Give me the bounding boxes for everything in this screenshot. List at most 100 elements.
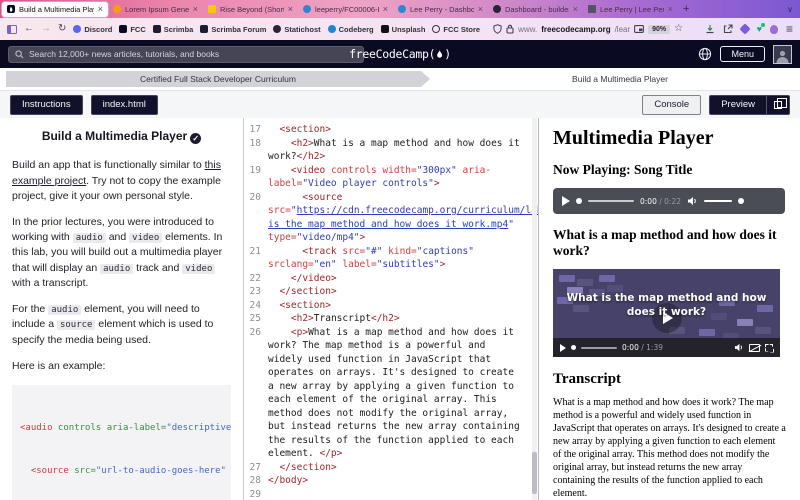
bookmark-codeberg[interactable]: Codeberg <box>328 25 374 34</box>
lab-title-text: Build a Multimedia Player <box>42 129 187 143</box>
editor-line[interactable]: 19 <video controls width="300px" aria-la… <box>244 164 538 191</box>
back-icon[interactable] <box>24 24 34 34</box>
tab-build-multimedia-player[interactable]: Build a Multimedia Player: <box>2 2 108 17</box>
line-number: 19 <box>244 164 268 191</box>
editor-line[interactable]: 17 <section> <box>244 123 538 137</box>
file-tab-index-html[interactable]: index.html <box>91 95 158 115</box>
toolbar-right-icons <box>705 24 793 34</box>
close-tab-icon[interactable] <box>383 5 388 14</box>
reload-icon[interactable] <box>58 24 66 34</box>
globe-icon[interactable] <box>698 47 712 61</box>
video-controls[interactable]: 0:00 / 1:39 <box>553 338 780 357</box>
inline-link[interactable]: https://cdn.freecodecamp.org/curriculum/… <box>268 205 539 230</box>
editor-line[interactable]: 18 <h2>What is a map method and how does… <box>244 137 538 164</box>
address-bar[interactable]: www.freecodecamp.org/lear 90% <box>493 24 683 34</box>
line-number: 27 <box>244 461 268 475</box>
editor-line[interactable]: 24 <section> <box>244 299 538 313</box>
tab-lee-perry-site[interactable]: Lee Perry | Lee Perry <box>583 2 678 17</box>
bookmark-statichost[interactable]: Statichost <box>273 25 320 34</box>
sidebar-toggle-icon[interactable] <box>7 25 17 34</box>
preview-button[interactable]: Preview <box>710 96 766 114</box>
statichost-icon <box>273 25 281 33</box>
extension-bell-icon[interactable] <box>770 25 778 34</box>
close-tab-icon[interactable] <box>478 5 483 14</box>
editor-line[interactable]: 29 <box>244 488 538 500</box>
tab-lorem-ipsum[interactable]: Lorem Ipsum Generator <box>108 2 203 17</box>
bookmark-discord[interactable]: Discord <box>73 25 112 34</box>
tab-title: Lee Perry - Dashboard - C <box>410 5 474 14</box>
search-input[interactable]: Search 12,000+ news articles, tutorials,… <box>8 46 364 63</box>
line-content: </section> <box>268 461 538 475</box>
breadcrumb-lab[interactable]: Build a Multimedia Player <box>520 74 720 84</box>
zoom-level-badge[interactable]: 90% <box>648 25 670 34</box>
editor-line[interactable]: 23 </section> <box>244 285 538 299</box>
bookmark-star-icon[interactable] <box>674 24 683 34</box>
text-token: "en" <box>314 259 337 270</box>
bookmark-unsplash[interactable]: Unsplash <box>381 25 426 34</box>
extension-v-icon[interactable] <box>757 24 762 34</box>
volume-track[interactable] <box>704 200 732 202</box>
volume-icon[interactable] <box>687 196 698 206</box>
editor-line[interactable]: 27 </section> <box>244 461 538 475</box>
hamburger-menu-icon[interactable] <box>786 24 793 34</box>
editor-line[interactable]: 26 <p>What is a map method and how does … <box>244 326 538 461</box>
close-tab-icon[interactable] <box>573 5 578 14</box>
seek-track[interactable] <box>581 347 617 349</box>
instructions-button[interactable]: Instructions <box>10 95 83 115</box>
tab-rise-beyond[interactable]: Rise Beyond (Short 2022) <box>203 2 298 17</box>
play-icon[interactable] <box>562 196 570 206</box>
audio-player[interactable]: 0:00 / 0:22 <box>553 188 785 214</box>
forward-icon[interactable] <box>41 24 51 34</box>
fullscreen-icon[interactable] <box>765 344 773 352</box>
console-button[interactable]: Console <box>642 95 701 115</box>
editor-line[interactable]: 21 <track src="#" kind="captions" srclan… <box>244 245 538 272</box>
shield-icon <box>493 24 502 34</box>
text-token: <h2> <box>268 313 314 324</box>
tab-dashboard-builder[interactable]: Dashboard - builder.static <box>488 2 583 17</box>
tab-lee-perry-dashboard[interactable]: Lee Perry - Dashboard - C <box>393 2 488 17</box>
extension-diamond-icon[interactable] <box>739 23 750 34</box>
close-tab-icon[interactable] <box>288 5 293 14</box>
code-editor[interactable]: 17 <section> 18 <h2>What is a map method… <box>244 118 539 500</box>
bookmark-fcc[interactable]: FCC <box>119 25 145 34</box>
editor-line[interactable]: 20 <source src="https://cdn.freecodecamp… <box>244 191 538 245</box>
close-tab-icon[interactable] <box>668 5 673 14</box>
download-icon[interactable] <box>705 24 715 34</box>
reader-mode-icon[interactable] <box>634 25 644 33</box>
line-content: </body> <box>268 474 538 488</box>
list-all-tabs-icon[interactable] <box>782 5 798 14</box>
open-in-app-icon[interactable] <box>723 24 733 34</box>
captions-disabled-icon[interactable] <box>749 344 760 352</box>
bookmark-label: Codeberg <box>339 25 374 34</box>
new-tab-button[interactable] <box>678 3 694 15</box>
breadcrumb-curriculum[interactable]: Certified Full Stack Developer Curriculu… <box>6 71 430 87</box>
avatar[interactable] <box>773 45 792 64</box>
bookmark-scrimba-forum[interactable]: Scrimba Forum <box>200 25 266 34</box>
discord-icon <box>73 25 81 33</box>
bookmark-fcc-store[interactable]: FCC Store <box>432 25 480 34</box>
seek-track[interactable] <box>588 200 634 202</box>
editor-line[interactable]: 22 </video> <box>244 272 538 286</box>
passed-check-icon <box>190 133 201 144</box>
volume-icon[interactable] <box>734 343 744 352</box>
pop-out-preview-button[interactable] <box>766 96 789 114</box>
play-icon[interactable] <box>560 344 566 352</box>
fcc-header: Search 12,000+ news articles, tutorials,… <box>0 40 800 68</box>
tab-leeperry-repo[interactable]: leeperry/FC00006-Build- <box>298 2 393 17</box>
bookmark-scrimba[interactable]: Scrimba <box>153 25 194 34</box>
scrollbar-thumb[interactable] <box>532 452 537 494</box>
editor-scrollbar[interactable] <box>532 118 537 500</box>
seek-handle[interactable] <box>576 198 582 204</box>
editor-line[interactable]: 25 <h2>Transcript</h2> <box>244 312 538 326</box>
video-player[interactable]: What is the map method and how does it w… <box>553 269 780 357</box>
editor-line[interactable]: 28</body> <box>244 474 538 488</box>
browser-window: Build a Multimedia Player: Lorem Ipsum G… <box>0 0 800 500</box>
close-tab-icon[interactable] <box>98 5 103 14</box>
volume-handle[interactable] <box>738 198 744 204</box>
text-token: "url-to-audio-goes-here" <box>96 466 226 476</box>
menu-button[interactable]: Menu <box>720 46 765 62</box>
text-token: and <box>106 231 129 243</box>
close-tab-icon[interactable] <box>193 5 198 14</box>
seek-handle[interactable] <box>571 345 576 350</box>
line-number: 21 <box>244 245 268 272</box>
